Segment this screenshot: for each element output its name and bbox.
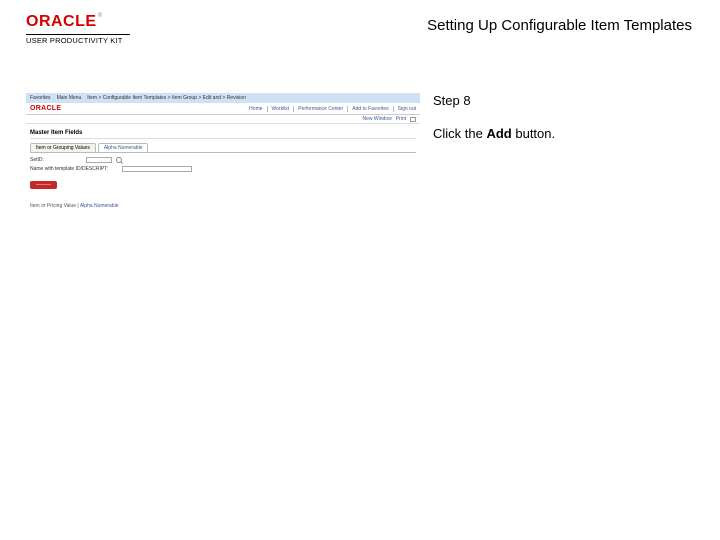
setid-input[interactable] [86,157,112,163]
app-brand: ORACLE [30,105,61,112]
tab-item-grouping[interactable]: Item or Grouping Values [30,143,96,152]
section-divider [30,138,416,139]
section-heading: Master Item Fields [26,124,420,138]
template-input[interactable] [122,166,192,172]
breadcrumb-path: Item > Configurable Item Templates > Ite… [87,95,246,101]
breadcrumb-main-menu[interactable]: Main Menu [57,95,82,101]
utility-row: New Window Print [26,115,420,124]
embedded-screenshot: Favorites Main Menu Item > Configurable … [26,93,420,243]
nav-sign-out[interactable]: Sign out [393,106,416,112]
instr-pre: Click the [433,126,486,141]
brand-logo: ORACLE® USER PRODUCTIVITY KIT [26,13,130,45]
template-label: Name with template ID/DESCRIPT: [30,166,118,172]
instr-post: button. [512,126,555,141]
logo-divider [26,34,130,35]
footer-links: Item or Pricing Value | Alpha Numerable [26,195,420,217]
search-icon[interactable] [116,157,122,163]
setid-label: SetID: [30,157,82,163]
header-links: Home Worklist Performance Center Add to … [249,106,416,112]
form-body: SetID: Name with template ID/DESCRIPT: [30,152,416,172]
breadcrumb-favorites[interactable]: Favorites [30,95,51,101]
logo-subtitle: USER PRODUCTIVITY KIT [26,36,130,45]
app-header: ORACLE Home Worklist Performance Center … [26,103,420,115]
instruction-panel: Step 8 Click the Add button. [433,93,693,141]
logo-wordmark: ORACLE [26,13,97,30]
step-instruction: Click the Add button. [433,126,693,141]
add-button[interactable]: ——— [30,181,57,189]
footer-text: Item or Pricing Value | [30,203,80,209]
nav-home[interactable]: Home [249,106,262,112]
tab-alpha-numerable[interactable]: Alpha Numerable [98,143,149,152]
instr-bold: Add [486,126,511,141]
logo-registered: ® [98,13,102,19]
nav-performance[interactable]: Performance Center [293,106,343,112]
page-title: Setting Up Configurable Item Templates [427,17,692,34]
step-number: Step 8 [433,93,693,108]
breadcrumb-bar: Favorites Main Menu Item > Configurable … [26,93,420,103]
util-new-window[interactable]: New Window [363,116,392,122]
nav-add-favorites[interactable]: Add to Favorites [347,106,388,112]
tabstrip: Item or Grouping Values Alpha Numerable [30,143,416,152]
footer-link[interactable]: Alpha Numerable [80,203,119,209]
util-icon[interactable] [410,117,416,122]
util-print[interactable]: Print [396,116,406,122]
nav-worklist[interactable]: Worklist [267,106,290,112]
